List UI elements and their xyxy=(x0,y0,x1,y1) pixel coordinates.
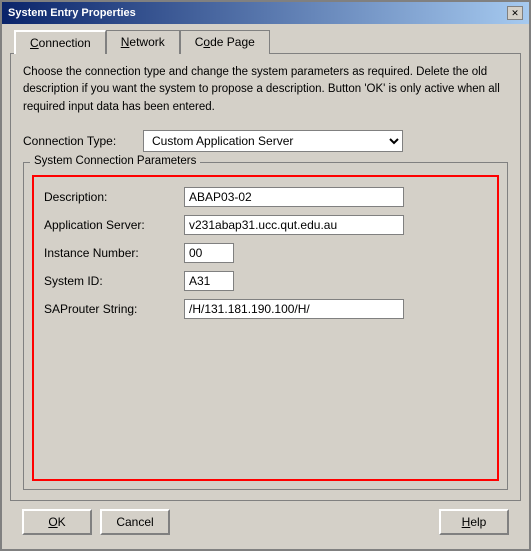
close-button[interactable]: ✕ xyxy=(507,6,523,20)
instance-number-label: Instance Number: xyxy=(44,246,184,260)
field-row-system-id: System ID: xyxy=(44,271,487,291)
tab-panel: Choose the connection type and change th… xyxy=(10,53,521,501)
field-row-saprouter: SAProuter String: xyxy=(44,299,487,319)
field-row-description: Description: xyxy=(44,187,487,207)
bottom-left-buttons: OK Cancel xyxy=(22,509,170,535)
tab-codepage[interactable]: Code Page xyxy=(180,30,270,54)
tab-network[interactable]: Network xyxy=(106,30,180,54)
saprouter-input[interactable] xyxy=(184,299,404,319)
system-entry-properties-window: System Entry Properties ✕ Connection Net… xyxy=(0,0,531,551)
cancel-button[interactable]: Cancel xyxy=(100,509,170,535)
title-bar-controls: ✕ xyxy=(507,6,523,20)
title-bar: System Entry Properties ✕ xyxy=(2,2,529,24)
ok-button[interactable]: OK xyxy=(22,509,92,535)
tab-network-label: Network xyxy=(121,35,165,49)
tab-connection-label: Connection xyxy=(30,36,91,50)
connection-type-select[interactable]: Custom Application Server xyxy=(143,130,403,152)
connection-type-label: Connection Type: xyxy=(23,134,143,148)
connection-type-select-wrapper: Custom Application Server xyxy=(143,130,403,152)
content-area: Connection Network Code Page Choose the … xyxy=(2,24,529,549)
params-group-legend: System Connection Parameters xyxy=(30,155,200,167)
help-button[interactable]: Help xyxy=(439,509,509,535)
field-row-app-server: Application Server: xyxy=(44,215,487,235)
ok-label: OK xyxy=(48,515,65,529)
app-server-label: Application Server: xyxy=(44,218,184,232)
params-group: System Connection Parameters Description… xyxy=(23,162,508,490)
instance-number-input[interactable] xyxy=(184,243,234,263)
help-label: Help xyxy=(462,515,487,529)
tabs-container: Connection Network Code Page xyxy=(10,30,521,54)
cancel-label: Cancel xyxy=(116,515,153,529)
system-id-input[interactable] xyxy=(184,271,234,291)
description-text: Choose the connection type and change th… xyxy=(23,64,508,116)
tab-connection[interactable]: Connection xyxy=(14,30,106,54)
description-input[interactable] xyxy=(184,187,404,207)
field-row-instance-number: Instance Number: xyxy=(44,243,487,263)
description-label: Description: xyxy=(44,190,184,204)
bottom-bar: OK Cancel Help xyxy=(10,501,521,543)
tab-codepage-label: Code Page xyxy=(195,35,255,49)
connection-type-row: Connection Type: Custom Application Serv… xyxy=(23,130,508,152)
app-server-input[interactable] xyxy=(184,215,404,235)
red-border-area: Description: Application Server: Instanc… xyxy=(32,175,499,481)
saprouter-label: SAProuter String: xyxy=(44,302,184,316)
system-id-label: System ID: xyxy=(44,274,184,288)
window-title: System Entry Properties xyxy=(8,7,136,19)
